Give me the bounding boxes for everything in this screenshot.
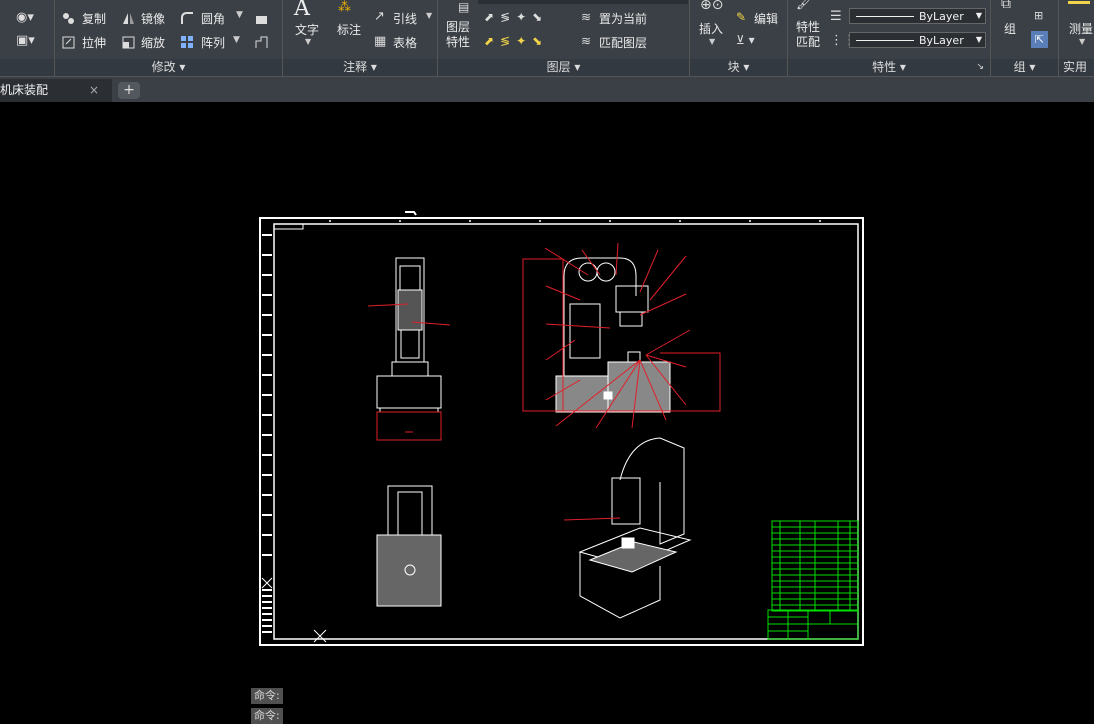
drawing-canvas[interactable] bbox=[0, 102, 1094, 723]
stretch-icon bbox=[62, 34, 75, 49]
layer-dropdown[interactable] bbox=[478, 0, 688, 4]
set-current-icon: ≋ bbox=[581, 10, 592, 24]
panel-modify-title[interactable]: 修改 ▾ bbox=[55, 59, 282, 76]
document-tab-bar: 机床装配 × + bbox=[0, 77, 1094, 102]
dimension-icon: ⁂ bbox=[338, 0, 351, 15]
linetype-dropdown[interactable]: ByLayer ▼ bbox=[849, 8, 986, 24]
panel-group-title[interactable]: 组 ▾ bbox=[991, 59, 1058, 76]
panel-annotation: A 文字 ▼ ⁂ 标注 ↗ 引线 ▼ ▦ 表格 注释 ▾ bbox=[283, 0, 438, 76]
text-dropdown-icon[interactable]: ▼ bbox=[305, 37, 311, 46]
left-margin-ticks bbox=[262, 234, 272, 633]
edit-block-icon: ✎ bbox=[736, 10, 747, 24]
mirror-icon bbox=[122, 10, 135, 24]
scale-icon bbox=[122, 34, 135, 49]
parts-list bbox=[771, 520, 859, 612]
explode-icon[interactable] bbox=[255, 10, 268, 24]
measure-dropdown-icon[interactable]: ▼ bbox=[1079, 37, 1085, 46]
command-history-line-2: 命令: bbox=[251, 708, 283, 724]
edit-block-button[interactable]: 编辑 bbox=[754, 10, 778, 27]
scale-button[interactable]: 缩放 bbox=[141, 34, 165, 51]
insert-dropdown-icon[interactable]: ▼ bbox=[709, 37, 715, 46]
top-margin-ticks bbox=[329, 220, 821, 222]
insert-button[interactable]: 插入 bbox=[699, 20, 723, 37]
new-tab-button[interactable]: + bbox=[118, 82, 140, 99]
panel-group: ⧉ 组 ⊞ ⇱ 组 ▾ bbox=[991, 0, 1059, 76]
panel-view-partial: ◉▾ ▣▾ bbox=[0, 0, 55, 76]
text-tool-icon: A bbox=[294, 0, 310, 21]
fillet-dropdown-icon[interactable]: ▼ bbox=[236, 10, 243, 20]
offset-icon[interactable] bbox=[255, 34, 268, 48]
fillet-button[interactable]: 圆角 bbox=[201, 10, 225, 27]
north-marker bbox=[405, 211, 417, 216]
select-window-icon[interactable]: ▣▾ bbox=[16, 33, 35, 48]
dimension-button[interactable]: 标注 bbox=[337, 21, 361, 38]
text-button[interactable]: 文字 bbox=[295, 21, 319, 38]
copy-icon bbox=[62, 10, 75, 24]
sheet-inner-border bbox=[273, 223, 859, 640]
command-history-line-1: 命令: bbox=[251, 688, 283, 704]
match-properties-button[interactable]: 特性 匹配 bbox=[796, 20, 820, 50]
group-button[interactable]: 组 bbox=[1004, 20, 1016, 37]
copy-button[interactable]: 复制 bbox=[82, 10, 106, 27]
orbit-icon[interactable]: ◉▾ bbox=[16, 10, 34, 25]
lineweight-icon: ☰ bbox=[830, 9, 842, 24]
panel-properties: 🖌 特性 匹配 ☰ ByLayer ▼ ⋮⋮ ByLayer ▼ 特性 ▾ ↘ bbox=[788, 0, 991, 76]
match-properties-icon: 🖌 bbox=[796, 0, 813, 11]
block-attribute-icon[interactable]: ⊻ ▾ bbox=[736, 33, 755, 47]
fillet-icon bbox=[181, 10, 194, 24]
ungroup-icon[interactable]: ⊞ bbox=[1034, 9, 1043, 22]
panel-layers-title[interactable]: 图层 ▾ bbox=[438, 59, 689, 76]
array-dropdown-icon[interactable]: ▼ bbox=[233, 35, 240, 45]
layer-properties-icon: ▤ bbox=[458, 0, 470, 14]
mirror-button[interactable]: 镜像 bbox=[141, 10, 165, 27]
panel-block-title[interactable]: 块 ▾ bbox=[690, 59, 787, 76]
leader-button[interactable]: 引线 bbox=[393, 10, 417, 27]
group-select-icon[interactable]: ⇱ bbox=[1031, 31, 1048, 48]
front-view bbox=[376, 257, 442, 413]
panel-layers: ▤ 图层 特性 ⬈≶✦⬊ ≋ 置为当前 ⬈≶✦⬊ ≋ 匹配图层 图层 ▾ bbox=[438, 0, 690, 76]
close-tab-icon[interactable]: × bbox=[89, 79, 99, 102]
leader-dropdown-icon[interactable]: ▼ bbox=[426, 11, 432, 20]
panel-properties-title[interactable]: 特性 ▾ ↘ bbox=[788, 59, 990, 76]
layer-properties-button[interactable]: 图层 特性 bbox=[446, 20, 470, 50]
panel-annotation-title[interactable]: 注释 ▾ bbox=[283, 59, 437, 76]
panel-utilities: 测量 ▼ 实用工 bbox=[1059, 0, 1094, 91]
lineweight-dropdown[interactable]: ByLayer ▼ bbox=[849, 32, 986, 48]
layer-tools-row1-icons[interactable]: ⬈≶✦⬊ bbox=[484, 10, 548, 24]
stretch-button[interactable]: 拉伸 bbox=[82, 34, 106, 51]
table-icon: ▦ bbox=[374, 34, 387, 49]
match-layer-button[interactable]: 匹配图层 bbox=[599, 34, 647, 51]
ribbon: ◉▾ ▣▾ 复制 镜像 圆角 ▼ 拉伸 缩放 阵列 ▼ 修改 ▾ A 文字 ▼ … bbox=[0, 0, 1094, 91]
drawing-sheet[interactable] bbox=[0, 102, 1094, 723]
ucs-icon bbox=[261, 577, 273, 589]
panel-launcher-icon: ↘ bbox=[976, 62, 984, 72]
panel-modify: 复制 镜像 圆角 ▼ 拉伸 缩放 阵列 ▼ 修改 ▾ bbox=[55, 0, 283, 76]
insert-icon: ⊕⊙ bbox=[700, 0, 724, 13]
top-view bbox=[376, 485, 442, 607]
ucs-cross bbox=[313, 629, 327, 643]
tab-machine-assembly[interactable]: 机床装配 × bbox=[0, 79, 112, 102]
measure-button[interactable]: 测量 bbox=[1069, 20, 1093, 37]
array-icon bbox=[181, 34, 194, 48]
set-current-button[interactable]: 置为当前 bbox=[599, 10, 647, 27]
leader-icon: ↗ bbox=[374, 9, 385, 24]
panel-utilities-title[interactable]: 实用工 bbox=[1059, 59, 1094, 91]
match-layer-icon: ≋ bbox=[581, 34, 592, 48]
table-button[interactable]: 表格 bbox=[393, 34, 417, 51]
layer-tools-row2-icons[interactable]: ⬈≶✦⬊ bbox=[484, 34, 548, 48]
array-button[interactable]: 阵列 bbox=[201, 34, 225, 51]
title-block bbox=[767, 609, 859, 640]
group-icon: ⧉ bbox=[1001, 0, 1011, 12]
isometric-view bbox=[578, 437, 692, 619]
panel-block: ⊕⊙ 插入 ▼ ✎ 编辑 ⊻ ▾ 块 ▾ bbox=[690, 0, 788, 76]
measure-icon bbox=[1068, 1, 1090, 4]
